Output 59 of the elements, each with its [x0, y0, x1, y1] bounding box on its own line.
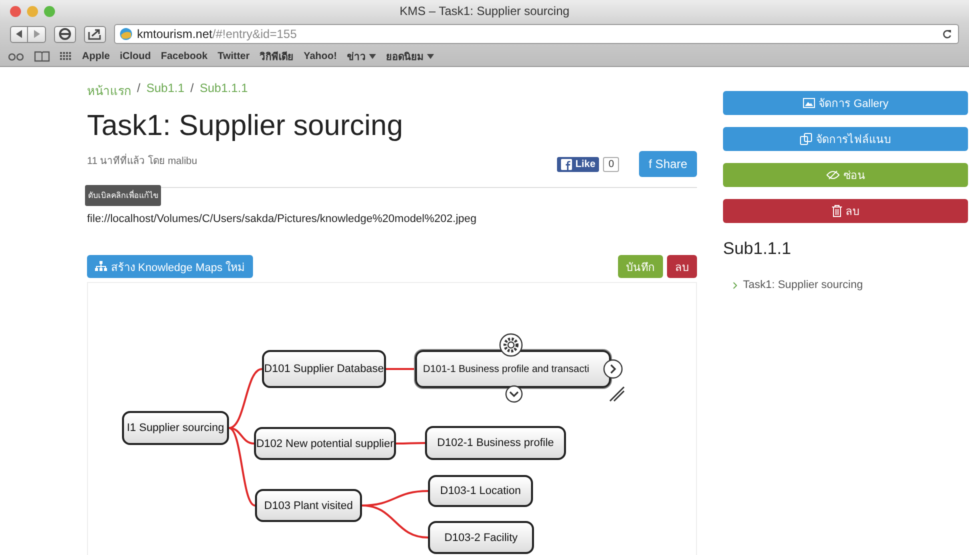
address-field[interactable]: kmtourism.net/#!entry&id=155 [114, 24, 959, 44]
reload-icon[interactable] [942, 29, 952, 39]
logo-icon [58, 27, 72, 41]
bookmark-link[interactable]: Twitter [218, 50, 250, 62]
share-page-button[interactable] [84, 26, 106, 42]
like-button[interactable]: Like [557, 156, 600, 172]
mind-map-node[interactable]: D103-2 Facility [428, 521, 534, 554]
hierarchy-icon [95, 261, 107, 272]
eye-slash-icon [826, 170, 840, 180]
close-icon[interactable] [10, 6, 21, 16]
sidebar-link[interactable]: Task1: Supplier sourcing [743, 279, 863, 291]
tooltip: ดับเบิลคลิกเพื่อแก้ไข [85, 185, 161, 206]
forward-button[interactable] [28, 26, 46, 42]
share-icon [88, 28, 102, 40]
bookmark-menu[interactable]: ข่าว [346, 48, 376, 64]
glasses-icon[interactable] [8, 52, 24, 60]
file-path: file://localhost/Volumes/C/Users/sakda/Pictures/knowledge%20model%202.jpeg [87, 213, 476, 225]
section-heading: Sub1.1.1 [723, 239, 792, 259]
post-meta: 11 นาทีที่แล้ว โดย malibu [87, 152, 198, 168]
breadcrumb-separator: / [137, 81, 140, 97]
mind-map-node[interactable]: D101 Supplier Database [262, 350, 386, 388]
bookmark-link[interactable]: Yahoo! [304, 50, 337, 62]
mind-map-node[interactable]: D102-1 Business profile [425, 426, 566, 460]
like-count: 0 [603, 156, 619, 172]
image-icon [802, 98, 815, 108]
book-icon[interactable] [34, 50, 50, 62]
bookmark-link[interactable]: วิกิพีเดีย [260, 48, 294, 64]
back-button[interactable] [10, 26, 28, 42]
caret-icon [426, 54, 434, 58]
grid-icon[interactable] [60, 52, 72, 60]
bookmark-menu[interactable]: ยอดนิยม [386, 48, 434, 64]
window-title: KMS – Task1: Supplier sourcing [398, 4, 570, 18]
bookmark-link[interactable]: iCloud [120, 50, 151, 62]
caret-icon [368, 54, 376, 58]
chevron-down-icon[interactable] [505, 385, 523, 403]
mind-map-node[interactable]: I1 Supplier sourcing [122, 411, 229, 445]
connector-line [396, 442, 425, 444]
chevron-icon [733, 282, 737, 288]
connector-line [386, 368, 415, 370]
delete-button[interactable]: ลบ [667, 255, 697, 278]
copy-icon [800, 133, 812, 145]
right-arrow-icon [32, 30, 40, 38]
browser-logo-button[interactable] [54, 26, 76, 42]
gear-icon[interactable] [499, 333, 523, 357]
bookmark-link[interactable]: Apple [82, 50, 110, 62]
mind-map-node[interactable]: D102 New potential supplier [254, 427, 396, 460]
resize-handle-icon[interactable] [609, 386, 625, 402]
breadcrumb-separator: / [190, 81, 194, 97]
page-title: Task1: Supplier sourcing [87, 110, 404, 143]
mind-map-node[interactable]: D101-1 Business profile and transacti [415, 350, 611, 388]
sidebar-button[interactable]: ลบ [723, 199, 968, 223]
left-arrow-icon [15, 30, 23, 38]
facebook-icon [561, 158, 572, 170]
site-icon [119, 27, 133, 41]
chevron-right-icon[interactable] [603, 359, 623, 379]
bookmark-link[interactable]: Facebook [160, 50, 208, 62]
mind-map-node[interactable]: D103-1 Location [428, 475, 533, 507]
mind-map-node[interactable]: D103 Plant visited [255, 489, 362, 522]
trash-icon [832, 205, 842, 217]
